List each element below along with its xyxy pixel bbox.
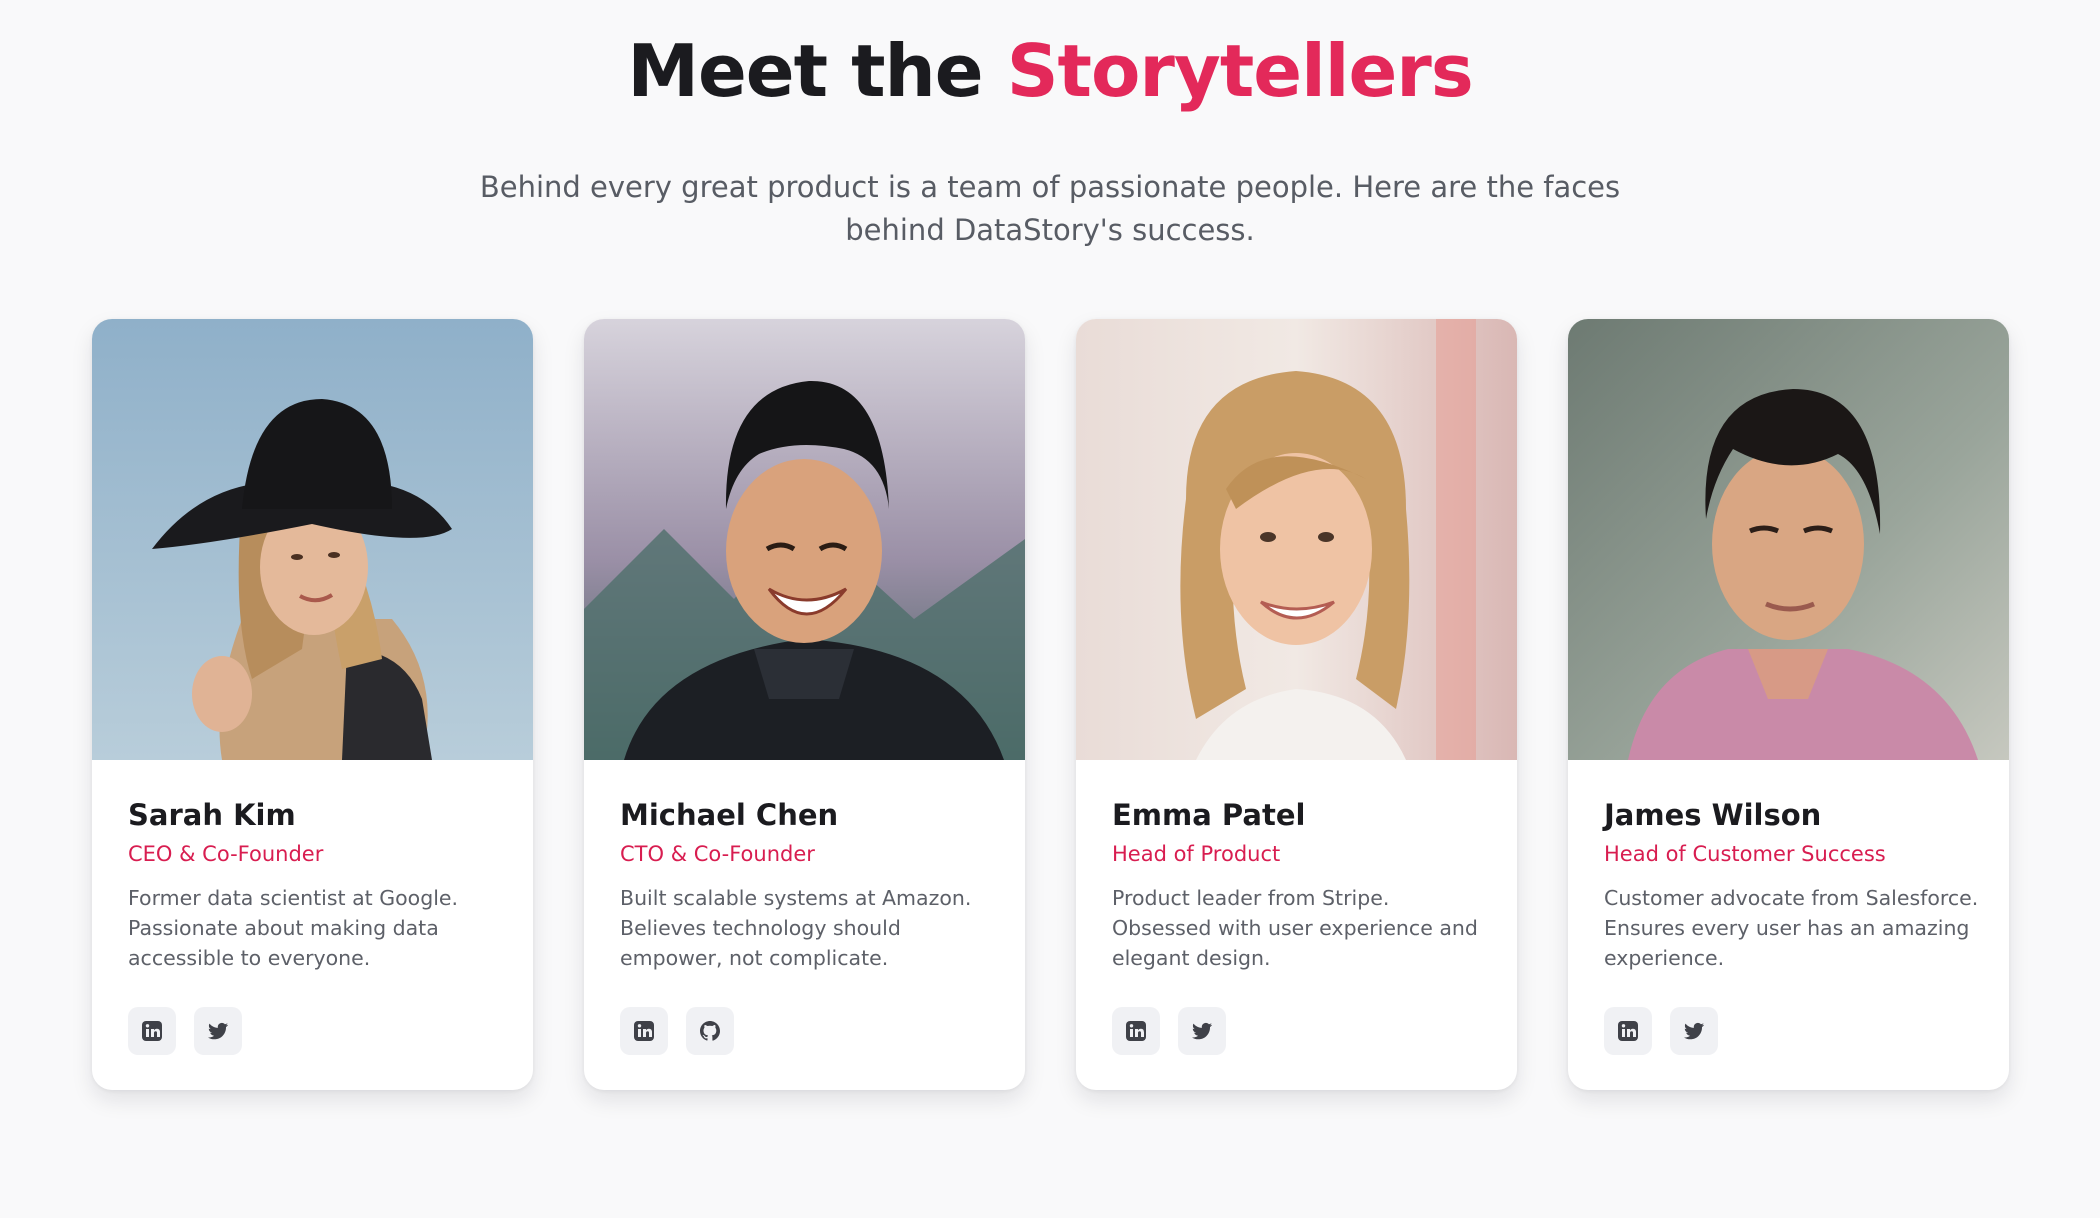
member-name: Sarah Kim	[128, 798, 296, 832]
twitter-icon	[208, 1022, 228, 1040]
linkedin-button[interactable]	[1112, 1007, 1160, 1055]
team-header: Meet the Storytellers Behind every great…	[0, 28, 2100, 252]
linkedin-icon	[1126, 1021, 1146, 1041]
team-photo	[1568, 319, 2009, 760]
portrait-woman-black-hat-image	[92, 319, 533, 760]
title-accent: Storytellers	[1006, 29, 1474, 113]
twitter-button[interactable]	[1178, 1007, 1226, 1055]
team-photo	[1076, 319, 1517, 760]
member-role: CTO & Co-Founder	[620, 842, 815, 866]
linkedin-icon	[1618, 1021, 1638, 1041]
portrait-woman-blonde-image	[1076, 319, 1517, 760]
member-bio: Former data scientist at Google. Passion…	[128, 886, 459, 970]
member-role: Head of Customer Success	[1604, 842, 1886, 866]
member-bio: Built scalable systems at Amazon. Believ…	[620, 886, 972, 970]
linkedin-icon	[142, 1021, 162, 1041]
title-prefix: Meet the	[627, 29, 1007, 113]
github-icon	[700, 1021, 720, 1041]
member-name: James Wilson	[1604, 798, 1822, 832]
team-card-sarah-kim: Sarah Kim CEO & Co-Founder Former data s…	[92, 319, 533, 1090]
page-title: Meet the Storytellers	[0, 28, 2100, 114]
member-name: Emma Patel	[1112, 798, 1306, 832]
linkedin-button[interactable]	[620, 1007, 668, 1055]
page-subtitle: Behind every great product is a team of …	[479, 170, 1621, 247]
member-bio: Product leader from Stripe. Obsessed wit…	[1112, 886, 1478, 970]
portrait-man-mountains-image	[584, 319, 1025, 760]
linkedin-button[interactable]	[1604, 1007, 1652, 1055]
team-grid: Sarah Kim CEO & Co-Founder Former data s…	[92, 319, 2010, 1090]
member-bio: Customer advocate from Salesforce. Ensur…	[1604, 886, 1979, 970]
twitter-icon	[1192, 1022, 1212, 1040]
twitter-icon	[1684, 1022, 1704, 1040]
linkedin-icon	[634, 1021, 654, 1041]
team-card-michael-chen: Michael Chen CTO & Co-Founder Built scal…	[584, 319, 1025, 1090]
twitter-button[interactable]	[194, 1007, 242, 1055]
team-card-james-wilson: James Wilson Head of Customer Success Cu…	[1568, 319, 2009, 1090]
member-role: CEO & Co-Founder	[128, 842, 324, 866]
team-photo	[584, 319, 1025, 760]
github-button[interactable]	[686, 1007, 734, 1055]
team-page: Meet the Storytellers Behind every great…	[0, 0, 2100, 1218]
member-name: Michael Chen	[620, 798, 839, 832]
twitter-button[interactable]	[1670, 1007, 1718, 1055]
team-photo	[92, 319, 533, 760]
member-role: Head of Product	[1112, 842, 1281, 866]
linkedin-button[interactable]	[128, 1007, 176, 1055]
portrait-man-pink-shirt-image	[1568, 319, 2009, 760]
team-card-emma-patel: Emma Patel Head of Product Product leade…	[1076, 319, 1517, 1090]
